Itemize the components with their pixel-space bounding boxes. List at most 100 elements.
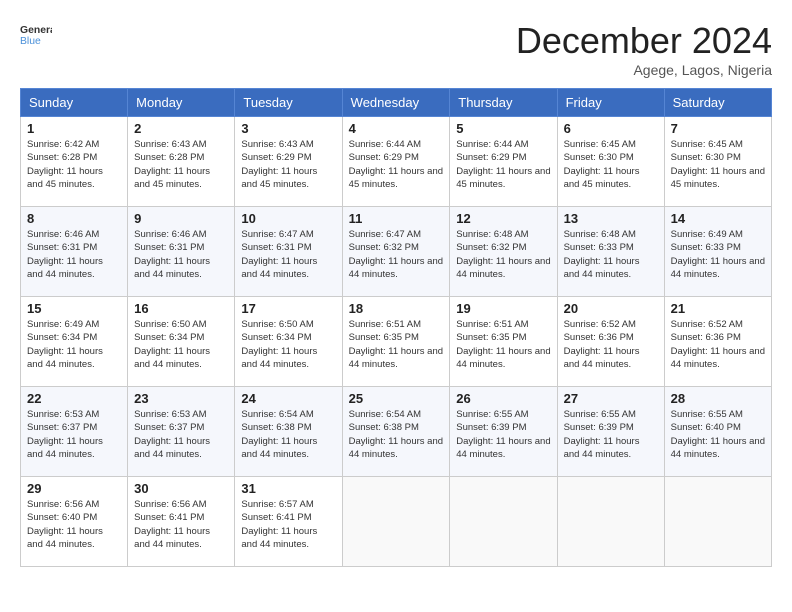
calendar-week-row: 29 Sunrise: 6:56 AMSunset: 6:40 PMDaylig…	[21, 477, 772, 567]
calendar-cell	[664, 477, 771, 567]
day-info: Sunrise: 6:49 AMSunset: 6:34 PMDaylight:…	[27, 319, 103, 370]
day-number: 2	[134, 121, 228, 136]
day-number: 9	[134, 211, 228, 226]
calendar-week-row: 15 Sunrise: 6:49 AMSunset: 6:34 PMDaylig…	[21, 297, 772, 387]
calendar-cell: 15 Sunrise: 6:49 AMSunset: 6:34 PMDaylig…	[21, 297, 128, 387]
logo: General Blue	[20, 20, 52, 52]
header-sunday: Sunday	[21, 89, 128, 117]
calendar-cell: 9 Sunrise: 6:46 AMSunset: 6:31 PMDayligh…	[128, 207, 235, 297]
day-info: Sunrise: 6:54 AMSunset: 6:38 PMDaylight:…	[349, 409, 443, 460]
calendar-cell: 17 Sunrise: 6:50 AMSunset: 6:34 PMDaylig…	[235, 297, 342, 387]
calendar-cell: 29 Sunrise: 6:56 AMSunset: 6:40 PMDaylig…	[21, 477, 128, 567]
day-number: 15	[27, 301, 121, 316]
day-info: Sunrise: 6:56 AMSunset: 6:41 PMDaylight:…	[134, 499, 210, 550]
day-number: 8	[27, 211, 121, 226]
header-monday: Monday	[128, 89, 235, 117]
day-info: Sunrise: 6:53 AMSunset: 6:37 PMDaylight:…	[27, 409, 103, 460]
calendar-cell: 28 Sunrise: 6:55 AMSunset: 6:40 PMDaylig…	[664, 387, 771, 477]
day-info: Sunrise: 6:44 AMSunset: 6:29 PMDaylight:…	[456, 139, 550, 190]
day-number: 11	[349, 211, 444, 226]
calendar-cell: 12 Sunrise: 6:48 AMSunset: 6:32 PMDaylig…	[450, 207, 557, 297]
day-info: Sunrise: 6:51 AMSunset: 6:35 PMDaylight:…	[349, 319, 443, 370]
day-info: Sunrise: 6:49 AMSunset: 6:33 PMDaylight:…	[671, 229, 765, 280]
day-info: Sunrise: 6:55 AMSunset: 6:40 PMDaylight:…	[671, 409, 765, 460]
calendar-cell	[342, 477, 450, 567]
day-number: 7	[671, 121, 765, 136]
day-number: 31	[241, 481, 335, 496]
calendar-cell: 26 Sunrise: 6:55 AMSunset: 6:39 PMDaylig…	[450, 387, 557, 477]
generalblue-logo-icon: General Blue	[20, 20, 52, 52]
day-number: 25	[349, 391, 444, 406]
calendar-cell: 2 Sunrise: 6:43 AMSunset: 6:28 PMDayligh…	[128, 117, 235, 207]
day-info: Sunrise: 6:52 AMSunset: 6:36 PMDaylight:…	[564, 319, 640, 370]
calendar-cell: 31 Sunrise: 6:57 AMSunset: 6:41 PMDaylig…	[235, 477, 342, 567]
calendar-cell: 19 Sunrise: 6:51 AMSunset: 6:35 PMDaylig…	[450, 297, 557, 387]
calendar-cell: 4 Sunrise: 6:44 AMSunset: 6:29 PMDayligh…	[342, 117, 450, 207]
day-info: Sunrise: 6:43 AMSunset: 6:28 PMDaylight:…	[134, 139, 210, 190]
day-info: Sunrise: 6:54 AMSunset: 6:38 PMDaylight:…	[241, 409, 317, 460]
day-number: 6	[564, 121, 658, 136]
day-number: 22	[27, 391, 121, 406]
day-info: Sunrise: 6:42 AMSunset: 6:28 PMDaylight:…	[27, 139, 103, 190]
header-tuesday: Tuesday	[235, 89, 342, 117]
day-number: 10	[241, 211, 335, 226]
day-number: 16	[134, 301, 228, 316]
title-area: December 2024 Agege, Lagos, Nigeria	[516, 20, 772, 78]
day-number: 14	[671, 211, 765, 226]
calendar-cell	[450, 477, 557, 567]
day-info: Sunrise: 6:46 AMSunset: 6:31 PMDaylight:…	[134, 229, 210, 280]
day-number: 19	[456, 301, 550, 316]
day-number: 3	[241, 121, 335, 136]
day-info: Sunrise: 6:48 AMSunset: 6:33 PMDaylight:…	[564, 229, 640, 280]
day-number: 12	[456, 211, 550, 226]
calendar-cell: 25 Sunrise: 6:54 AMSunset: 6:38 PMDaylig…	[342, 387, 450, 477]
header-friday: Friday	[557, 89, 664, 117]
calendar-table: Sunday Monday Tuesday Wednesday Thursday…	[20, 88, 772, 567]
calendar-cell: 24 Sunrise: 6:54 AMSunset: 6:38 PMDaylig…	[235, 387, 342, 477]
calendar-cell: 6 Sunrise: 6:45 AMSunset: 6:30 PMDayligh…	[557, 117, 664, 207]
calendar-cell: 20 Sunrise: 6:52 AMSunset: 6:36 PMDaylig…	[557, 297, 664, 387]
day-info: Sunrise: 6:45 AMSunset: 6:30 PMDaylight:…	[671, 139, 765, 190]
calendar-cell: 10 Sunrise: 6:47 AMSunset: 6:31 PMDaylig…	[235, 207, 342, 297]
day-number: 18	[349, 301, 444, 316]
svg-text:Blue: Blue	[20, 36, 41, 47]
day-info: Sunrise: 6:55 AMSunset: 6:39 PMDaylight:…	[456, 409, 550, 460]
calendar-cell	[557, 477, 664, 567]
day-number: 29	[27, 481, 121, 496]
calendar-cell: 8 Sunrise: 6:46 AMSunset: 6:31 PMDayligh…	[21, 207, 128, 297]
day-info: Sunrise: 6:51 AMSunset: 6:35 PMDaylight:…	[456, 319, 550, 370]
calendar-cell: 18 Sunrise: 6:51 AMSunset: 6:35 PMDaylig…	[342, 297, 450, 387]
calendar-cell: 23 Sunrise: 6:53 AMSunset: 6:37 PMDaylig…	[128, 387, 235, 477]
calendar-cell: 14 Sunrise: 6:49 AMSunset: 6:33 PMDaylig…	[664, 207, 771, 297]
day-info: Sunrise: 6:44 AMSunset: 6:29 PMDaylight:…	[349, 139, 443, 190]
day-info: Sunrise: 6:46 AMSunset: 6:31 PMDaylight:…	[27, 229, 103, 280]
day-info: Sunrise: 6:52 AMSunset: 6:36 PMDaylight:…	[671, 319, 765, 370]
day-number: 21	[671, 301, 765, 316]
svg-text:General: General	[20, 25, 52, 36]
calendar-week-row: 22 Sunrise: 6:53 AMSunset: 6:37 PMDaylig…	[21, 387, 772, 477]
calendar-cell: 5 Sunrise: 6:44 AMSunset: 6:29 PMDayligh…	[450, 117, 557, 207]
day-number: 27	[564, 391, 658, 406]
day-info: Sunrise: 6:47 AMSunset: 6:31 PMDaylight:…	[241, 229, 317, 280]
day-info: Sunrise: 6:48 AMSunset: 6:32 PMDaylight:…	[456, 229, 550, 280]
day-info: Sunrise: 6:50 AMSunset: 6:34 PMDaylight:…	[241, 319, 317, 370]
day-info: Sunrise: 6:53 AMSunset: 6:37 PMDaylight:…	[134, 409, 210, 460]
day-number: 28	[671, 391, 765, 406]
calendar-cell: 1 Sunrise: 6:42 AMSunset: 6:28 PMDayligh…	[21, 117, 128, 207]
day-info: Sunrise: 6:55 AMSunset: 6:39 PMDaylight:…	[564, 409, 640, 460]
day-info: Sunrise: 6:47 AMSunset: 6:32 PMDaylight:…	[349, 229, 443, 280]
calendar-cell: 13 Sunrise: 6:48 AMSunset: 6:33 PMDaylig…	[557, 207, 664, 297]
header-thursday: Thursday	[450, 89, 557, 117]
calendar-cell: 21 Sunrise: 6:52 AMSunset: 6:36 PMDaylig…	[664, 297, 771, 387]
month-title: December 2024	[516, 20, 772, 62]
day-number: 1	[27, 121, 121, 136]
calendar-cell: 3 Sunrise: 6:43 AMSunset: 6:29 PMDayligh…	[235, 117, 342, 207]
header-saturday: Saturday	[664, 89, 771, 117]
calendar-cell: 22 Sunrise: 6:53 AMSunset: 6:37 PMDaylig…	[21, 387, 128, 477]
header-wednesday: Wednesday	[342, 89, 450, 117]
day-number: 26	[456, 391, 550, 406]
calendar-cell: 30 Sunrise: 6:56 AMSunset: 6:41 PMDaylig…	[128, 477, 235, 567]
location-subtitle: Agege, Lagos, Nigeria	[516, 62, 772, 78]
day-number: 23	[134, 391, 228, 406]
day-number: 30	[134, 481, 228, 496]
